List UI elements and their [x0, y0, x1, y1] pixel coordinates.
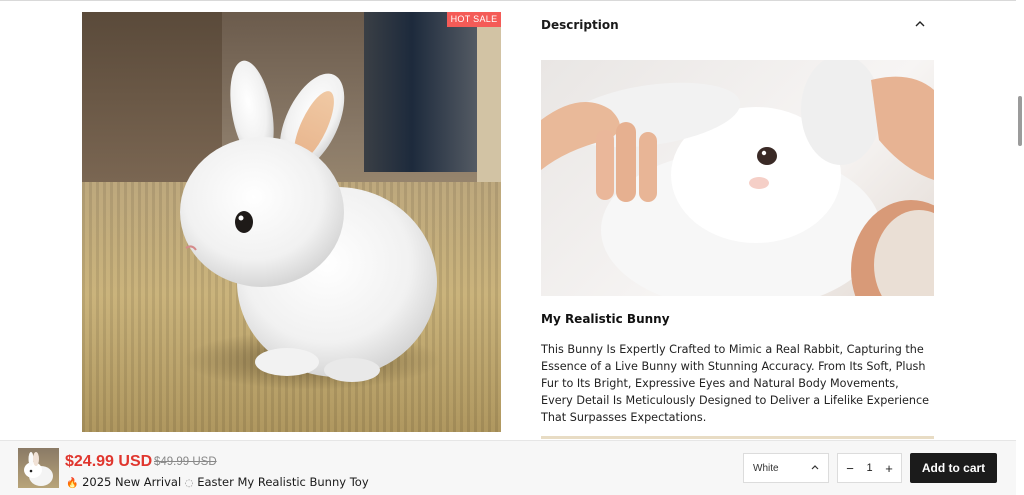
chevron-up-icon [811, 463, 819, 473]
page-scrollbar[interactable] [1016, 0, 1024, 495]
title-part-1: 2025 New Arrival [82, 475, 182, 489]
fire-icon: 🔥 [66, 478, 79, 489]
next-image-edge [541, 436, 934, 439]
quantity-value[interactable]: 1 [866, 462, 872, 474]
product-thumbnail [18, 448, 59, 488]
description-image [541, 60, 934, 296]
description-header[interactable]: Description [541, 16, 925, 34]
bunny-illustration [180, 60, 437, 382]
sticky-product-title: 🔥 2025 New Arrival ◌ Easter My Realistic… [66, 475, 369, 489]
sale-price: $24.99 USD [65, 453, 153, 470]
product-subtitle: My Realistic Bunny [541, 312, 670, 326]
spinner-icon: ◌ [184, 478, 194, 489]
variant-select[interactable]: White [743, 453, 829, 483]
description-title: Description [541, 18, 619, 32]
top-divider [0, 0, 1024, 1]
description-body: This Bunny Is Expertly Crafted to Mimic … [541, 343, 930, 424]
product-main-image[interactable] [82, 12, 501, 432]
hot-sale-badge: HOT SALE [447, 12, 501, 27]
bg-window [477, 12, 501, 182]
title-part-2: Easter My Realistic Bunny Toy [197, 475, 369, 489]
quantity-minus-button[interactable]: − [844, 461, 856, 476]
variant-selected-value: White [753, 462, 779, 474]
quantity-stepper[interactable]: − 1 + [837, 453, 902, 483]
quantity-plus-button[interactable]: + [883, 461, 895, 476]
chevron-up-icon[interactable] [915, 20, 925, 31]
add-to-cart-button[interactable]: Add to cart [910, 453, 997, 483]
scrollbar-thumb[interactable] [1018, 96, 1022, 146]
compare-at-price: $49.99 USD [154, 456, 217, 468]
